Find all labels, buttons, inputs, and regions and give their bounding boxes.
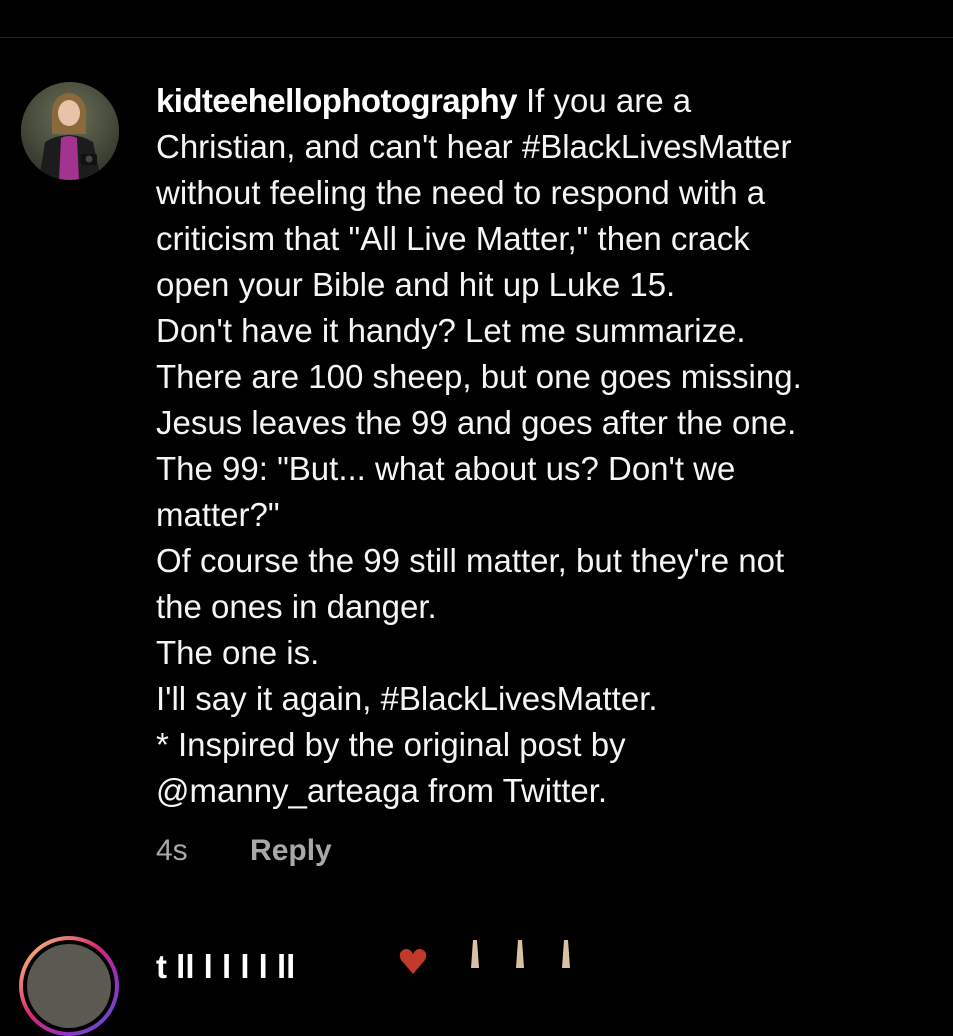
next-comment-avatar-ring[interactable] <box>19 936 119 1036</box>
comment-line: * Inspired by the original post by <box>156 726 626 763</box>
comment-line: Christian, and can't hear #BlackLivesMat… <box>156 128 792 165</box>
comment-line: the ones in danger. <box>156 588 437 625</box>
comment-timestamp: 4s <box>156 834 188 867</box>
heart-icon <box>399 948 427 974</box>
comment-meta: 4s Reply <box>156 829 332 873</box>
next-comment-username[interactable]: t ll l l l l ll <box>156 944 295 990</box>
avatar-photo <box>21 82 119 180</box>
clap-icon <box>562 940 570 968</box>
comment-username[interactable]: kidteehellophotography <box>156 82 517 119</box>
comment-line: Don't have it handy? Let me summarize. <box>156 312 746 349</box>
avatar[interactable] <box>21 82 119 180</box>
comment-line: matter?" <box>156 496 280 533</box>
clap-icon <box>471 940 479 968</box>
comment-line: Jesus leaves the 99 and goes after the o… <box>156 404 797 441</box>
comment-line: The 99: "But... what about us? Don't we <box>156 450 736 487</box>
comment-line: I'll say it again, #BlackLivesMatter. <box>156 680 658 717</box>
top-divider <box>0 37 953 38</box>
clap-icon <box>516 940 524 968</box>
next-comment: t ll l l l l ll <box>0 930 953 1036</box>
next-comment-avatar <box>27 944 111 1028</box>
comment-line: Of course the 99 still matter, but they'… <box>156 542 785 579</box>
comment-text: kidteehellophotography If you are a Chri… <box>156 78 946 814</box>
comment-line: The one is. <box>156 634 320 671</box>
comment-line: open your Bible and hit up Luke 15. <box>156 266 676 303</box>
comment-line-text: If you are a <box>526 82 692 119</box>
comment-line: criticism that "All Live Matter," then c… <box>156 220 750 257</box>
comment-line: kidteehellophotography If you are a <box>156 78 946 124</box>
reply-button[interactable]: Reply <box>250 829 332 873</box>
comment-line: @manny_arteaga from Twitter. <box>156 772 608 809</box>
comment-line: There are 100 sheep, but one goes missin… <box>156 358 802 395</box>
comment-line: without feeling the need to respond with… <box>156 174 766 211</box>
